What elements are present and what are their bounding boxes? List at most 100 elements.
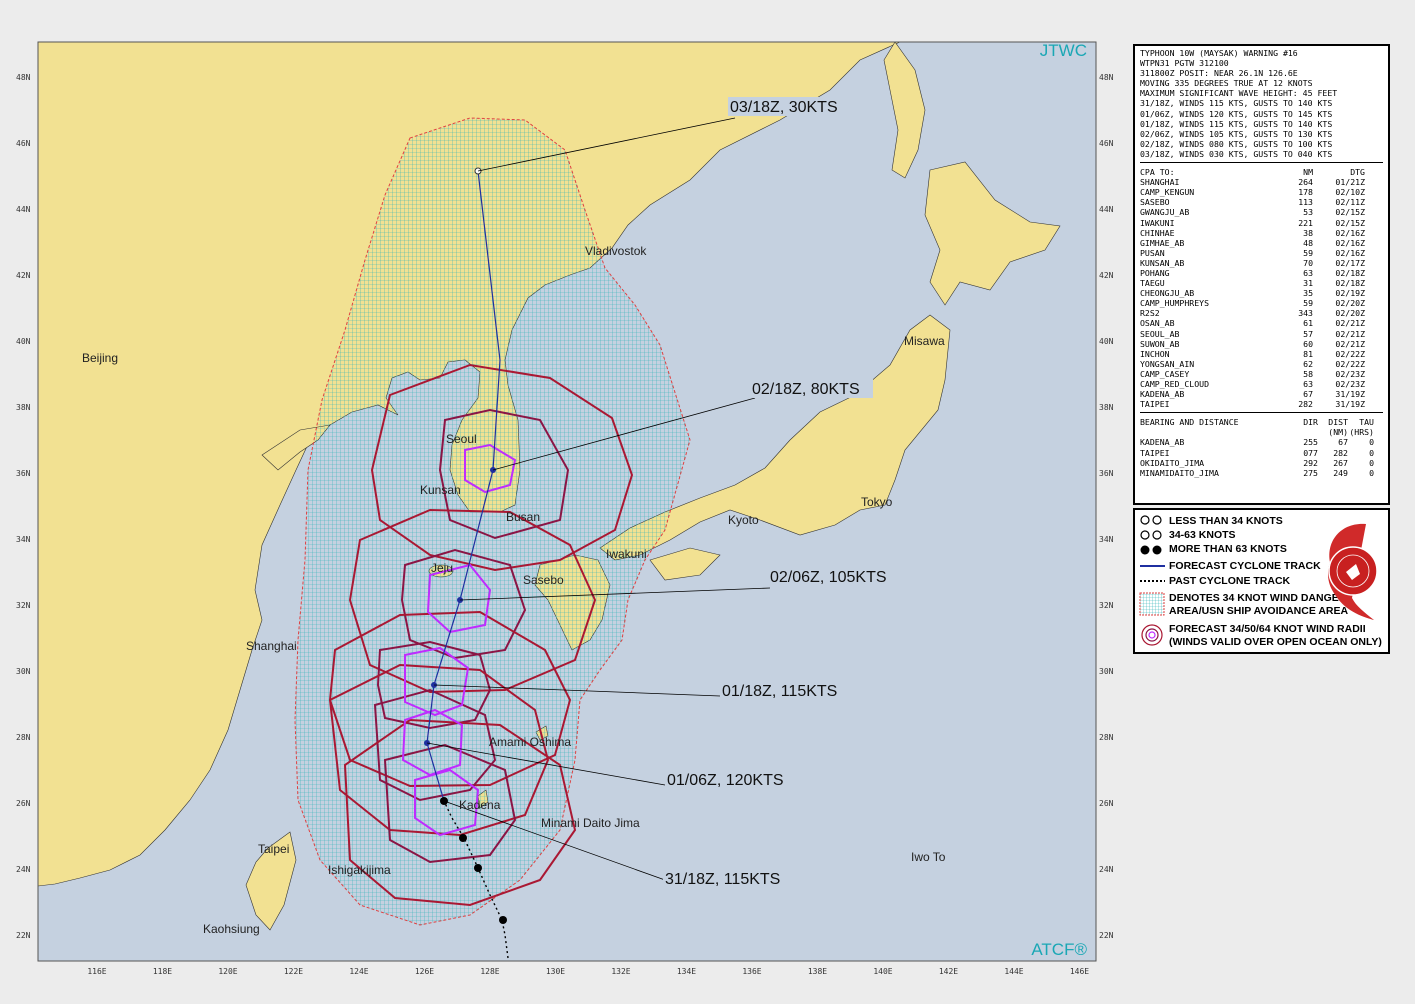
cell: MINAMIDAITO_JIMA	[1140, 467, 1219, 478]
cell: SHANGHAI	[1140, 177, 1180, 188]
lat-tick-label-left: 32N	[16, 601, 31, 610]
cpa-row: CAMP_RED_CLOUD 63 02/23Z	[1140, 379, 1383, 389]
lon-tick-label: 118E	[153, 967, 172, 976]
place-label: Beijing	[82, 351, 118, 365]
lat-tick-label-right: 36N	[1099, 469, 1114, 478]
cell: 02/23Z	[1335, 379, 1365, 389]
lat-tick-label-right: 38N	[1099, 403, 1114, 412]
cell: OKIDAITO_JIMA	[1140, 457, 1205, 468]
place-label: Kadena	[459, 798, 501, 812]
cell: 48	[1303, 237, 1313, 248]
lat-tick-label-right: 30N	[1099, 667, 1114, 676]
lon-tick-label: 130E	[546, 967, 565, 976]
cpa-row: CHEONGJU_AB 35 02/19Z	[1140, 288, 1383, 298]
place-label: Iwakuni	[606, 547, 647, 561]
legend-gt63: MORE THAN 63 KNOTS	[1169, 543, 1287, 555]
lat-tick-label-right: 44N	[1099, 205, 1114, 214]
bearing-row: TAIPEI 077 282 0	[1140, 448, 1383, 458]
cell: CAMP_KENGUN	[1140, 187, 1195, 198]
cpa-row: IWAKUNI 221 02/15Z	[1140, 218, 1383, 228]
forecast-label: 02/06Z, 105KTS	[770, 569, 887, 586]
cpa-row: PUSAN 59 02/16Z	[1140, 248, 1383, 258]
cell: GWANGJU_AB	[1140, 207, 1190, 218]
cpa-row: SUWON_AB 60 02/21Z	[1140, 339, 1383, 349]
lat-tick-label-left: 30N	[16, 667, 31, 676]
legend-forecast-track: FORECAST CYCLONE TRACK	[1169, 560, 1321, 572]
cell: 31	[1303, 278, 1313, 289]
cell: 38	[1303, 227, 1313, 238]
cell: 02/21Z	[1335, 318, 1365, 329]
cell: BEARING AND DISTANCE	[1140, 417, 1239, 428]
cell: KADENA_AB	[1140, 437, 1185, 448]
cell: 077	[1303, 447, 1318, 458]
divider	[1140, 412, 1383, 414]
cell: CPA TO:	[1140, 167, 1175, 178]
cell: 62	[1303, 358, 1313, 369]
lat-tick-label-right: 40N	[1099, 337, 1114, 346]
cell: TAIPEI	[1140, 447, 1170, 458]
bearing-row: OKIDAITO_JIMA 292 267 0	[1140, 458, 1383, 468]
place-label: Kaohsiung	[203, 922, 260, 936]
lon-tick-label: 140E	[873, 967, 892, 976]
cpa-row: GIMHAE_AB 48 02/16Z	[1140, 238, 1383, 248]
place-label: Tokyo	[861, 495, 893, 509]
lon-tick-label: 132E	[611, 967, 630, 976]
cell: 63	[1303, 379, 1313, 389]
cpa-row: POHANG 63 02/18Z	[1140, 268, 1383, 278]
cell: 02/22Z	[1335, 358, 1365, 369]
place-label: Vladivostok	[585, 244, 647, 258]
atcf-label: ATCF®	[1031, 940, 1087, 959]
cell: IWAKUNI	[1140, 217, 1175, 228]
lat-tick-label-right: 48N	[1099, 73, 1114, 82]
cell: TAU	[1359, 417, 1374, 428]
lat-tick-label-right: 26N	[1099, 799, 1114, 808]
legend-past-track: PAST CYCLONE TRACK	[1169, 575, 1291, 587]
cell: 292	[1303, 457, 1318, 468]
cell: NM	[1303, 167, 1313, 178]
cell: 02/21Z	[1335, 328, 1365, 339]
cell: 255	[1303, 437, 1318, 448]
cell: 67	[1338, 437, 1348, 448]
place-label: Kunsan	[420, 483, 461, 497]
cell: 0	[1369, 437, 1374, 448]
cell: 67	[1303, 389, 1313, 400]
place-label: Sasebo	[523, 573, 564, 587]
lon-tick-label: 128E	[480, 967, 499, 976]
cell: 343	[1298, 308, 1313, 319]
cell: 02/16Z	[1335, 237, 1365, 248]
place-label: Busan	[506, 510, 540, 524]
place-label: Ishigakijima	[328, 863, 391, 877]
divider	[1140, 162, 1383, 164]
lat-tick-label-right: 24N	[1099, 865, 1114, 874]
cpa-row: R2S2 343 02/20Z	[1140, 308, 1383, 318]
cell: CAMP_HUMPHREYS	[1140, 298, 1210, 309]
cpa-row: CAMP_CASEY 58 02/23Z	[1140, 369, 1383, 379]
jtwc-logo	[1328, 523, 1378, 620]
cpa-row: CHINHAE 38 02/16Z	[1140, 228, 1383, 238]
cell: (HRS)	[1349, 427, 1374, 438]
warning-header-line: MAXIMUM SIGNIFICANT WAVE HEIGHT: 45 FEET	[1140, 88, 1338, 99]
lon-tick-label: 126E	[415, 967, 434, 976]
cell: 02/20Z	[1335, 308, 1365, 319]
legend-34-63: 34-63 KNOTS	[1169, 529, 1236, 541]
cell	[1140, 427, 1290, 437]
cell: YONGSAN_AIN	[1140, 358, 1195, 369]
cell: 35	[1303, 288, 1313, 299]
cell: CAMP_RED_CLOUD	[1140, 379, 1210, 389]
lon-tick-label: 136E	[742, 967, 761, 976]
cell: CAMP_CASEY	[1140, 368, 1190, 379]
cell: 53	[1303, 207, 1313, 218]
lat-tick-label-left: 40N	[16, 337, 31, 346]
jtwc-label: JTWC	[1040, 41, 1087, 60]
legend-danger-1: DENOTES 34 KNOT WIND DANGER	[1169, 592, 1347, 604]
cell: 282	[1333, 447, 1348, 458]
cell: 267	[1333, 457, 1348, 468]
cell: 178	[1298, 187, 1313, 198]
lat-tick-label-right: 46N	[1099, 139, 1114, 148]
lat-tick-label-left: 34N	[16, 535, 31, 544]
cell: 0	[1369, 447, 1374, 458]
cpa-row: SASEBO 113 02/11Z	[1140, 197, 1383, 207]
cell: 02/11Z	[1335, 197, 1365, 208]
forecast-label: 31/18Z, 115KTS	[665, 871, 780, 888]
cell: 275	[1303, 467, 1318, 478]
